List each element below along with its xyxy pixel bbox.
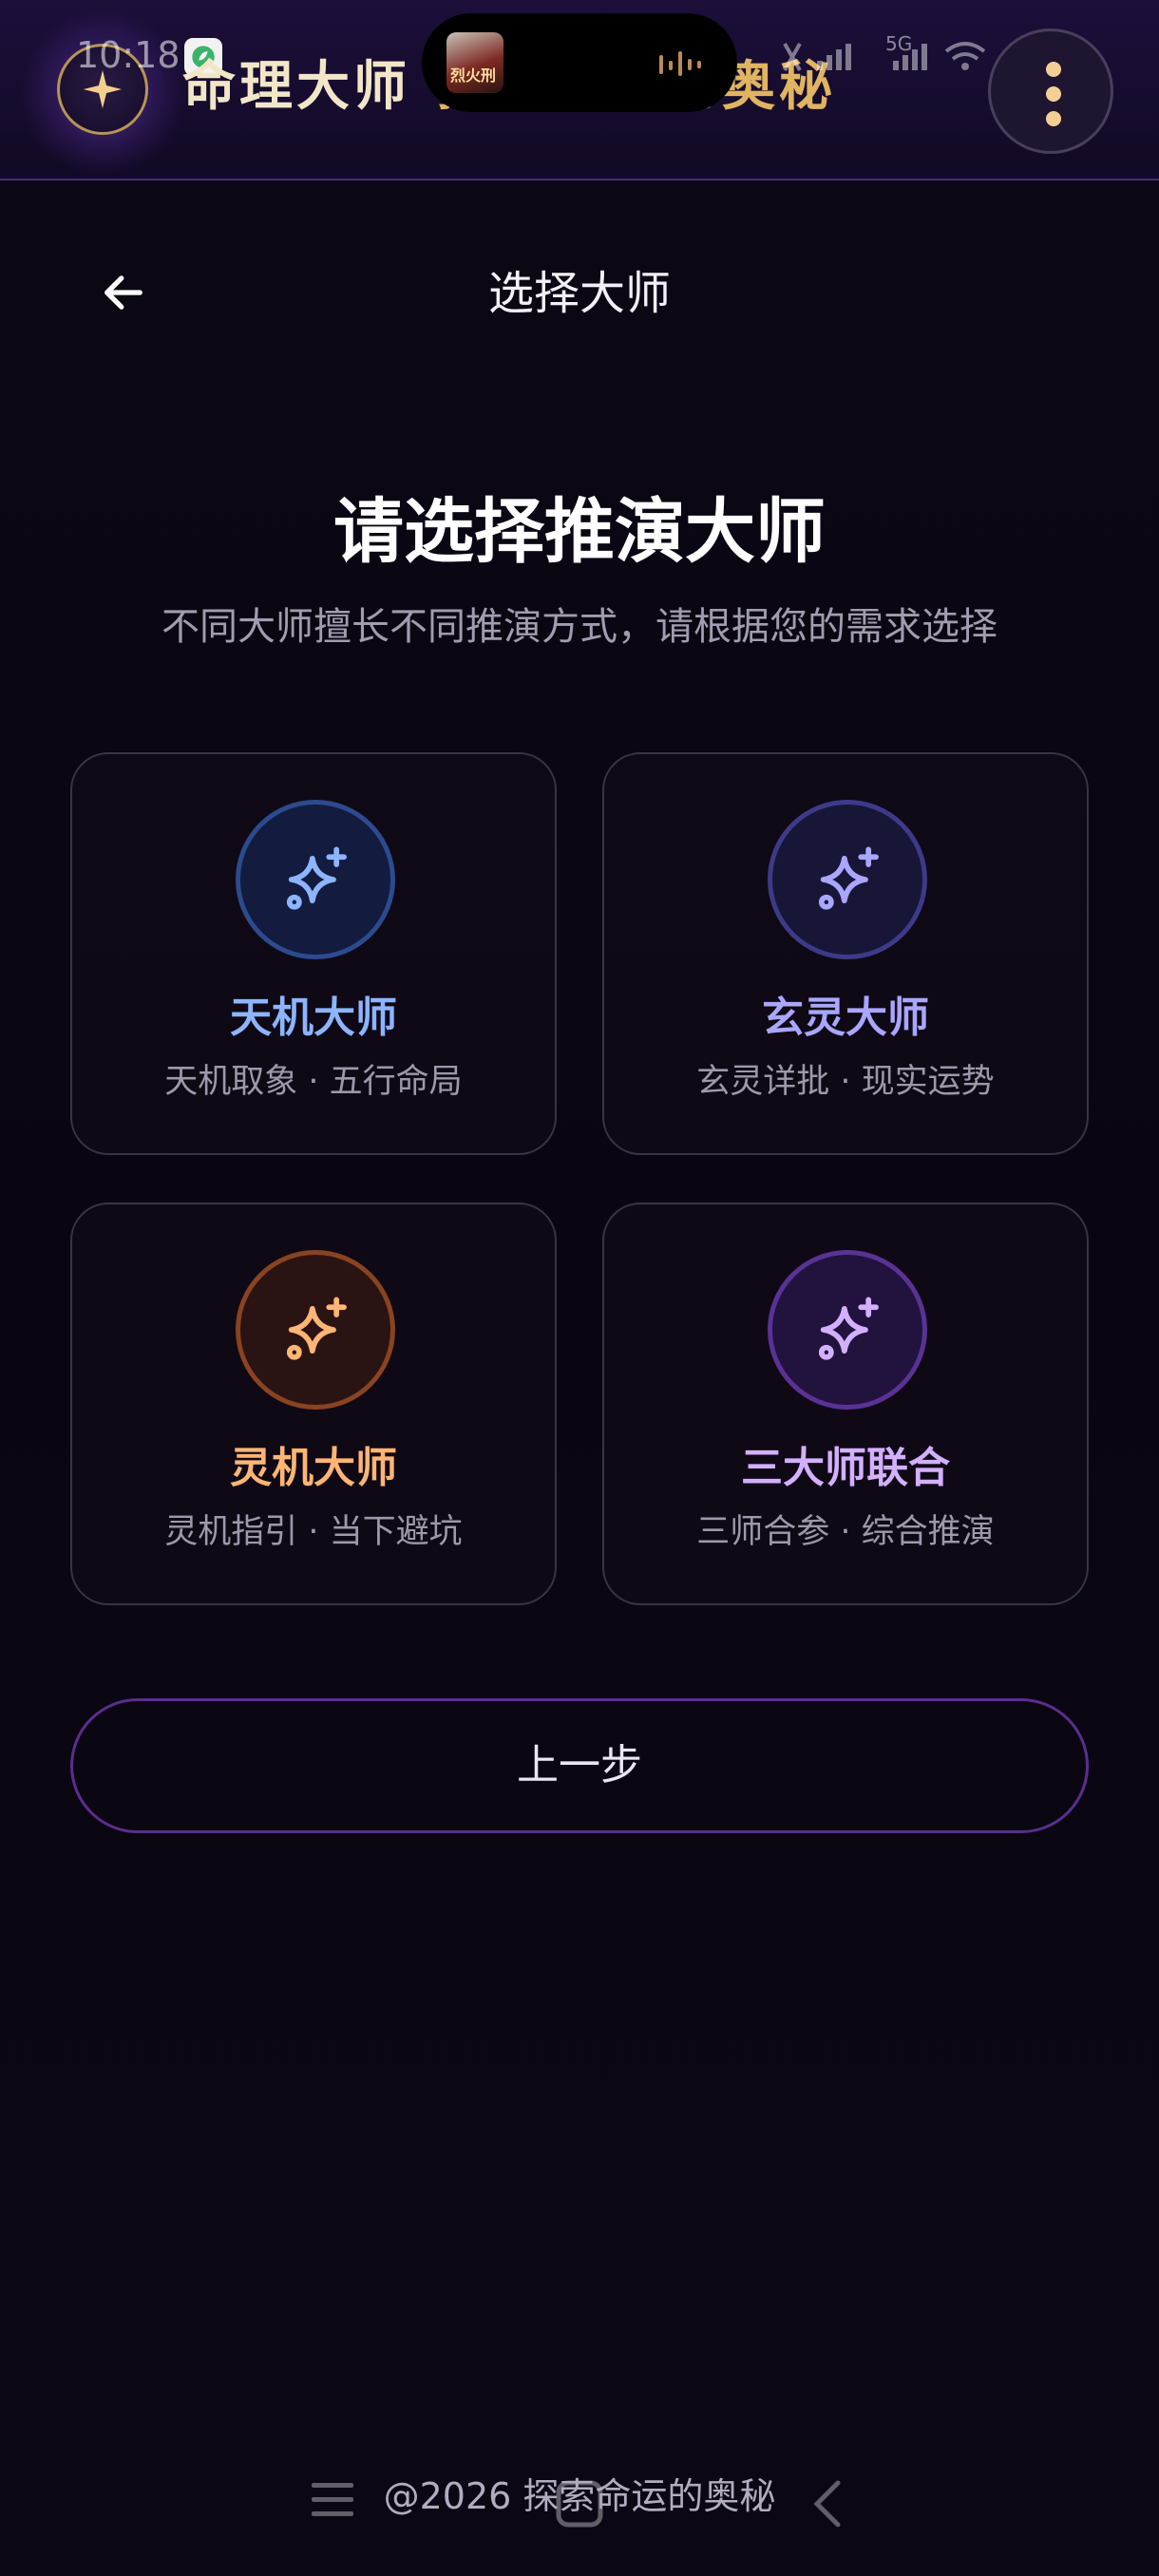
card-icon-circle: [236, 1250, 395, 1410]
more-vertical-icon: [1046, 62, 1061, 77]
master-name: 灵机大师: [230, 1444, 397, 1492]
network-label: 5G: [885, 32, 913, 55]
sparkles-icon: [818, 846, 879, 910]
master-name: 玄灵大师: [762, 994, 929, 1042]
prev-step-button[interactable]: 上一步: [70, 1698, 1089, 1833]
more-menu-button[interactable]: [988, 28, 1113, 154]
media-thumbnail: 烈火刑: [446, 32, 504, 93]
nav-title: 选择大师: [487, 267, 671, 320]
sparkles-icon: [286, 846, 347, 910]
master-card-combined[interactable]: 三大师联合 三师合参 · 综合推演: [602, 1203, 1089, 1605]
master-desc: 灵机指引 · 当下避坑: [164, 1513, 463, 1551]
page-subheading: 不同大师擅长不同推演方式，请根据您的需求选择: [162, 605, 998, 649]
menu-dot: [1046, 86, 1061, 102]
dynamic-island[interactable]: 烈火刑: [422, 13, 737, 112]
menu-dot: [1046, 111, 1061, 126]
app-header: 10:18 命理大师探索命运的奥秘 烈火刑: [0, 0, 1159, 180]
master-card-xuanling[interactable]: 玄灵大师 玄灵详批 · 现实运势: [602, 752, 1089, 1155]
master-desc: 玄灵详批 · 现实运势: [696, 1063, 995, 1101]
card-icon-circle: [768, 1250, 927, 1410]
status-time: 10:18: [76, 34, 180, 76]
audio-wave-icon: [659, 51, 701, 76]
master-card-tianji[interactable]: 天机大师 天机取象 · 五行命局: [70, 752, 557, 1155]
master-name: 三大师联合: [741, 1444, 950, 1492]
footer-copyright: @2026 探索命运的奥秘: [383, 2475, 776, 2517]
media-thumb-text: 烈火刑: [450, 66, 497, 85]
app-title-main: 命理大师: [182, 56, 410, 118]
page: 10:18 命理大师探索命运的奥秘 烈火刑: [0, 0, 1159, 2576]
sparkles-icon: [818, 1297, 879, 1360]
master-desc: 天机取象 · 五行命局: [164, 1063, 463, 1101]
page-heading: 请选择推演大师: [333, 491, 826, 573]
card-icon-circle: [236, 800, 395, 959]
master-name: 天机大师: [230, 994, 397, 1042]
master-desc: 三师合参 · 综合推演: [696, 1513, 995, 1551]
sparkles-icon: [286, 1297, 347, 1360]
card-icon-circle: [768, 800, 927, 959]
master-card-lingji[interactable]: 灵机大师 灵机指引 · 当下避坑: [70, 1203, 557, 1605]
